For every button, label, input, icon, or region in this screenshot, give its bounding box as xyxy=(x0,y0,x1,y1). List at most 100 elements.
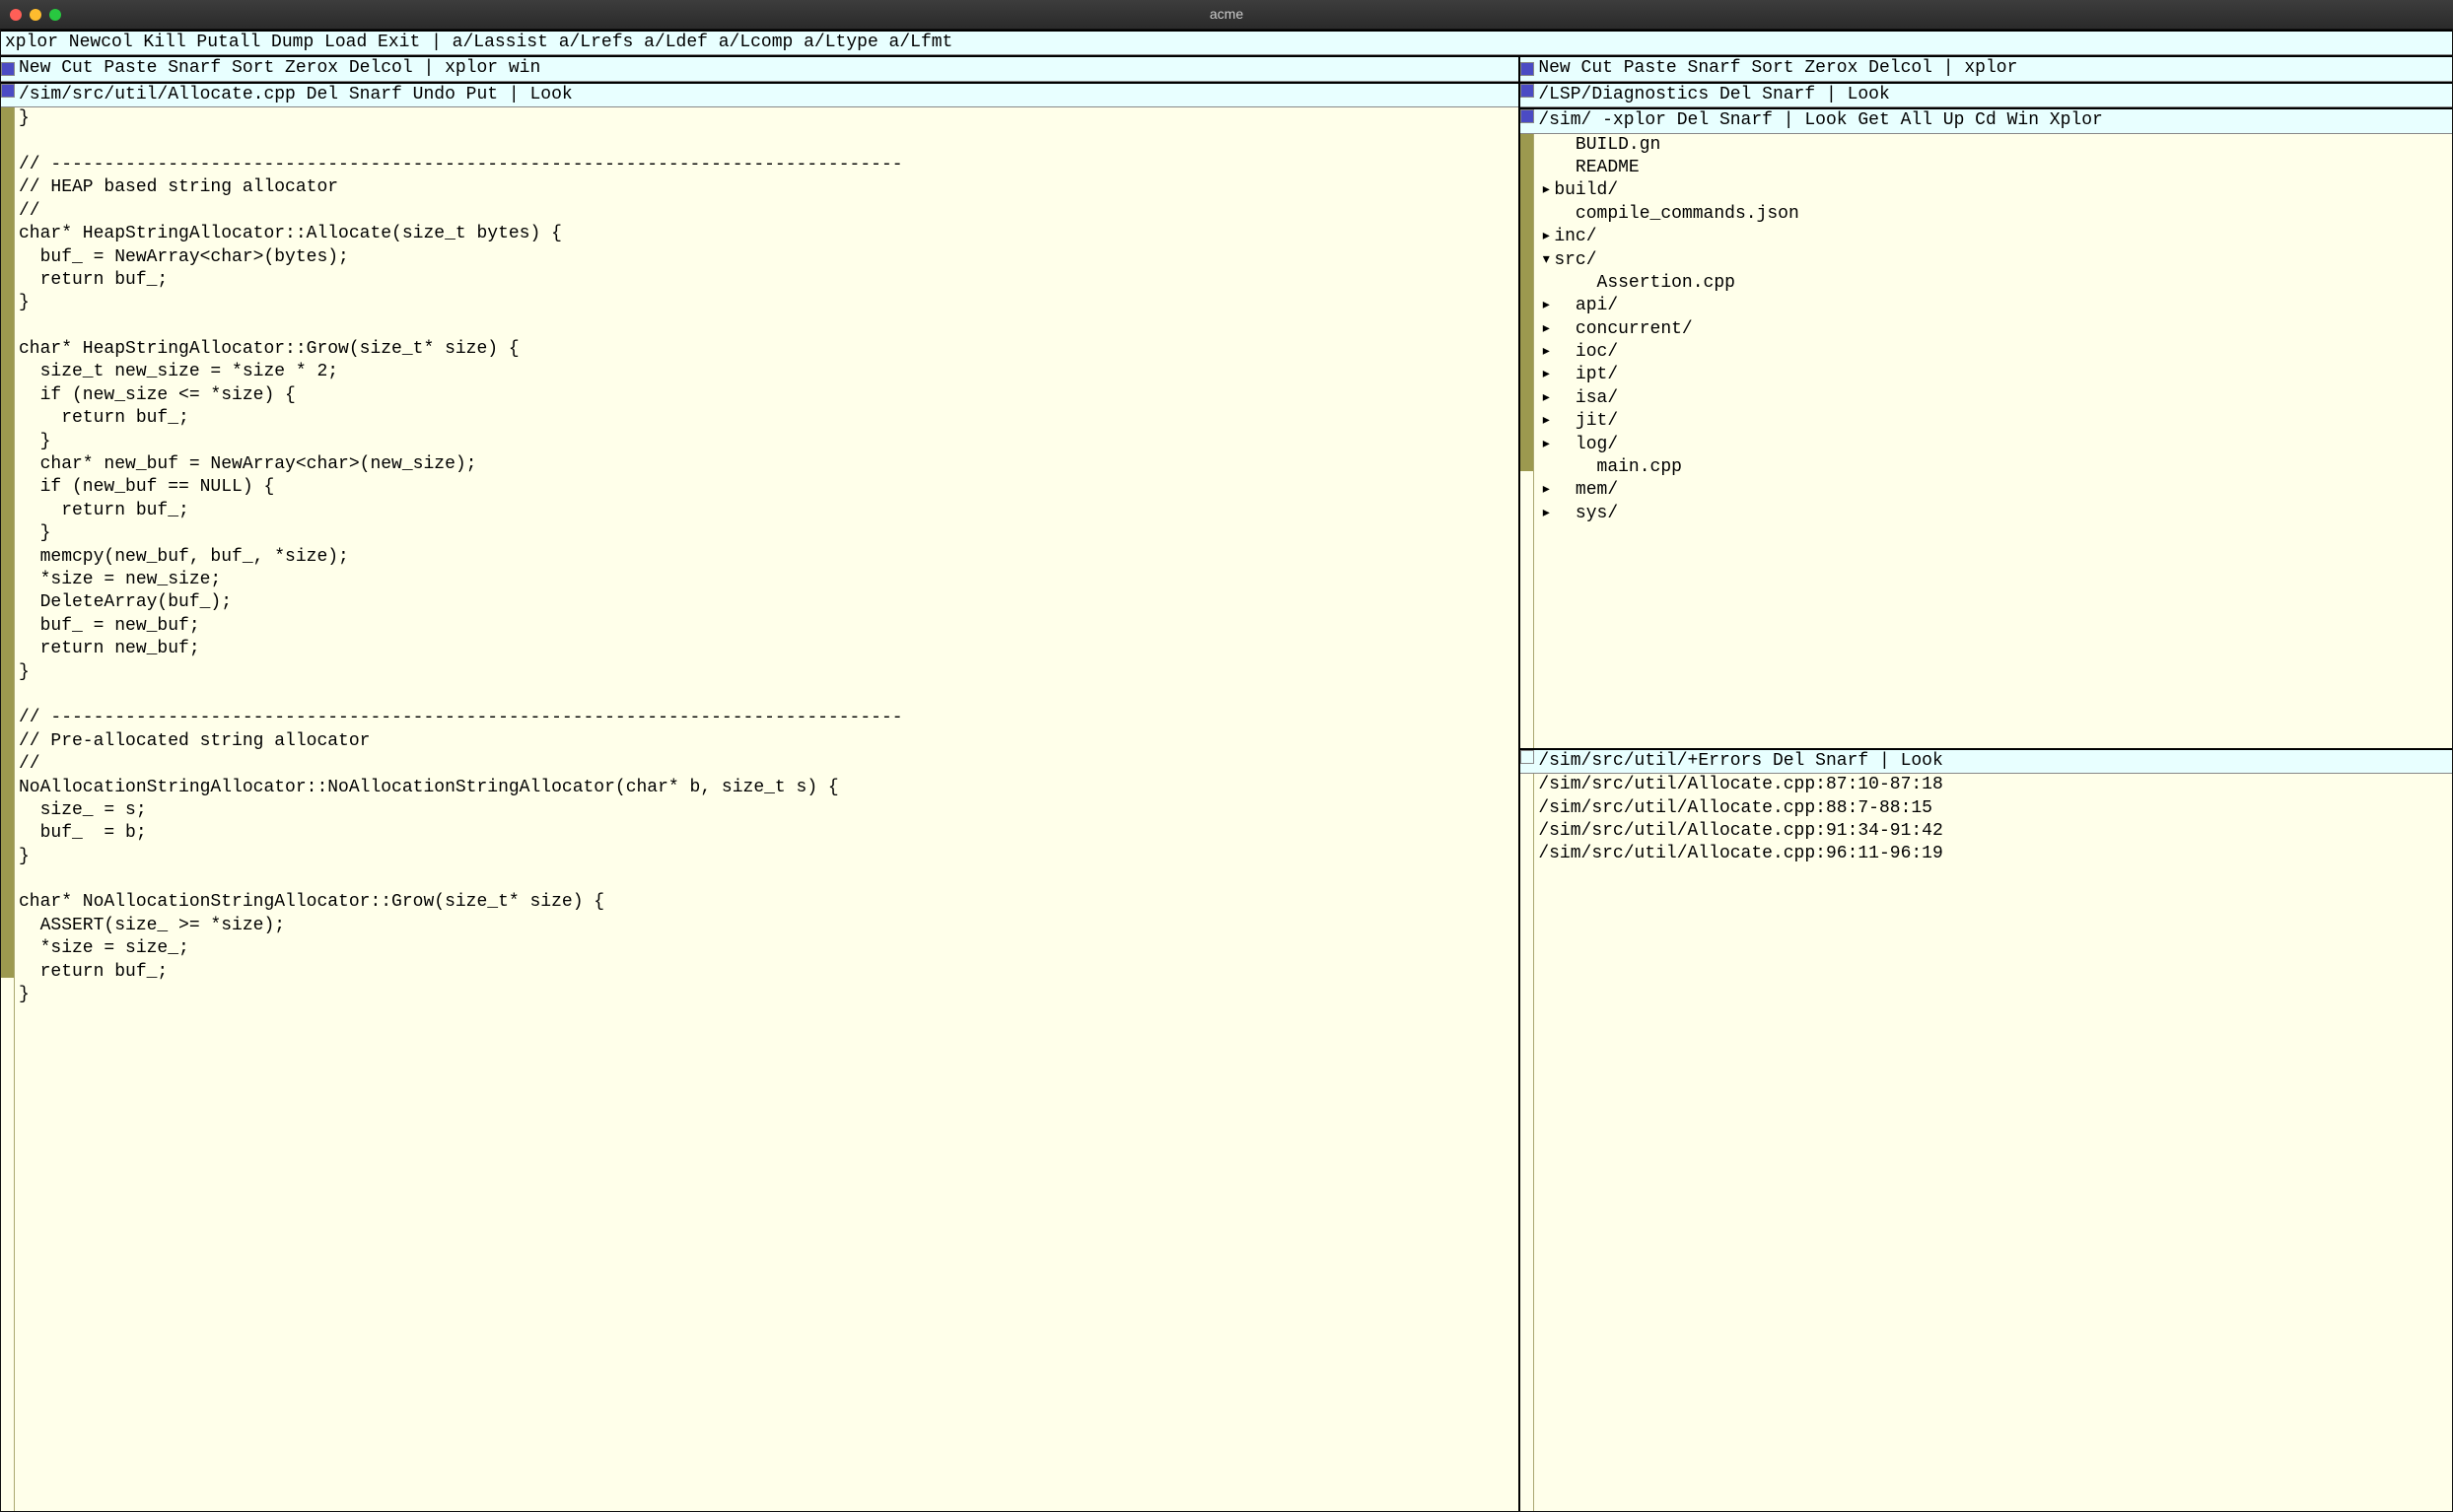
main-tag-text[interactable]: xplor Newcol Kill Putall Dump Load Exit … xyxy=(5,32,952,54)
chevron-right-icon[interactable]: ▸ xyxy=(1538,387,1554,410)
chevron-right-icon[interactable]: ▸ xyxy=(1538,295,1554,317)
traffic-lights xyxy=(10,9,61,21)
layout-box-icon[interactable] xyxy=(1,62,15,76)
col-tag-left-text[interactable]: New Cut Paste Snarf Sort Zerox Delcol | … xyxy=(19,57,540,80)
tree-item[interactable]: compile_commands.json xyxy=(1538,203,2448,226)
tree-item-label[interactable]: BUILD.gn xyxy=(1554,134,1660,157)
editor-body: } // -----------------------------------… xyxy=(1,107,1518,1511)
tree-item-label[interactable]: build/ xyxy=(1554,179,1618,202)
titlebar[interactable]: acme xyxy=(0,0,2453,30)
column-left: New Cut Paste Snarf Sort Zerox Delcol | … xyxy=(1,55,1520,1511)
error-line[interactable]: /sim/src/util/Allocate.cpp:88:7-88:15 xyxy=(1538,797,2448,820)
chevron-right-icon[interactable]: ▸ xyxy=(1538,364,1554,386)
tree-item[interactable]: ▸ ipt/ xyxy=(1538,364,2448,386)
scrollbar[interactable] xyxy=(1520,774,1534,1511)
tree-item[interactable]: ▸ concurrent/ xyxy=(1538,318,2448,341)
tree-item[interactable]: ▾src/ xyxy=(1538,249,2448,272)
layout-box-icon[interactable] xyxy=(1520,84,1534,98)
col-tag-left[interactable]: New Cut Paste Snarf Sort Zerox Delcol | … xyxy=(1,55,1518,81)
errors-tag[interactable]: /sim/src/util/+Errors Del Snarf | Look xyxy=(1520,750,2452,774)
main-tag-line[interactable]: xplor Newcol Kill Putall Dump Load Exit … xyxy=(1,30,2452,55)
tree-item[interactable]: ▸ sys/ xyxy=(1538,503,2448,525)
tree-item[interactable]: ▸inc/ xyxy=(1538,226,2448,248)
tree-item-label[interactable]: ioc/ xyxy=(1554,341,1618,364)
scroll-thumb[interactable] xyxy=(1520,774,1533,1511)
editor-window: /sim/src/util/Allocate.cpp Del Snarf Und… xyxy=(1,82,1518,1511)
chevron-down-icon[interactable]: ▾ xyxy=(1538,249,1554,272)
scrollbar[interactable] xyxy=(1520,134,1534,748)
tree-item-label[interactable]: README xyxy=(1554,157,1639,179)
spacer-icon xyxy=(1538,134,1554,157)
window-title: acme xyxy=(1210,5,1243,23)
tree-item-label[interactable]: mem/ xyxy=(1554,479,1618,502)
spacer-icon xyxy=(1538,456,1554,479)
errors-body: /sim/src/util/Allocate.cpp:87:10-87:18/s… xyxy=(1520,774,2452,1511)
column-right: New Cut Paste Snarf Sort Zerox Delcol | … xyxy=(1520,55,2452,1511)
acme-app: xplor Newcol Kill Putall Dump Load Exit … xyxy=(0,30,2453,1512)
tree-item[interactable]: ▸ ioc/ xyxy=(1538,341,2448,364)
tree-item-label[interactable]: sys/ xyxy=(1554,503,1618,525)
layout-box-icon[interactable] xyxy=(1520,62,1534,76)
tree-item[interactable]: main.cpp xyxy=(1538,456,2448,479)
error-line[interactable]: /sim/src/util/Allocate.cpp:91:34-91:42 xyxy=(1538,820,2448,843)
editor-tag[interactable]: /sim/src/util/Allocate.cpp Del Snarf Und… xyxy=(1,84,1518,107)
tree-item-label[interactable]: api/ xyxy=(1554,295,1618,317)
chevron-right-icon[interactable]: ▸ xyxy=(1538,318,1554,341)
scrollbar[interactable] xyxy=(1,107,15,1511)
tree-item[interactable]: README xyxy=(1538,157,2448,179)
tree-item-label[interactable]: isa/ xyxy=(1554,387,1618,410)
tree-item-label[interactable]: compile_commands.json xyxy=(1554,203,1798,226)
errors-content[interactable]: /sim/src/util/Allocate.cpp:87:10-87:18/s… xyxy=(1534,774,2452,1511)
errors-window: /sim/src/util/+Errors Del Snarf | Look /… xyxy=(1520,748,2452,1511)
zoom-icon[interactable] xyxy=(49,9,61,21)
scroll-thumb[interactable] xyxy=(1,107,14,978)
minimize-icon[interactable] xyxy=(30,9,41,21)
tree-item[interactable]: BUILD.gn xyxy=(1538,134,2448,157)
tree-item[interactable]: ▸ api/ xyxy=(1538,295,2448,317)
scroll-thumb[interactable] xyxy=(1520,134,1533,472)
xplor-window: /sim/ -xplor Del Snarf | Look Get All Up… xyxy=(1520,107,2452,748)
editor-tag-text[interactable]: /sim/src/util/Allocate.cpp Del Snarf Und… xyxy=(19,84,573,106)
tree-item-label[interactable]: jit/ xyxy=(1554,410,1618,433)
error-line[interactable]: /sim/src/util/Allocate.cpp:87:10-87:18 xyxy=(1538,774,2448,796)
chevron-right-icon[interactable]: ▸ xyxy=(1538,410,1554,433)
col-tag-right[interactable]: New Cut Paste Snarf Sort Zerox Delcol | … xyxy=(1520,55,2452,81)
tree-item[interactable]: ▸ jit/ xyxy=(1538,410,2448,433)
layout-box-icon[interactable] xyxy=(1520,750,1534,764)
tree-item-label[interactable]: Assertion.cpp xyxy=(1554,272,1735,295)
tree-item-label[interactable]: inc/ xyxy=(1554,226,1596,248)
diagnostics-tag-text[interactable]: /LSP/Diagnostics Del Snarf | Look xyxy=(1538,84,1889,106)
chevron-right-icon[interactable]: ▸ xyxy=(1538,179,1554,202)
xplor-tag-text[interactable]: /sim/ -xplor Del Snarf | Look Get All Up… xyxy=(1538,109,2103,132)
spacer-icon xyxy=(1538,203,1554,226)
close-icon[interactable] xyxy=(10,9,22,21)
tree-item-label[interactable]: ipt/ xyxy=(1554,364,1618,386)
chevron-right-icon[interactable]: ▸ xyxy=(1538,479,1554,502)
chevron-right-icon[interactable]: ▸ xyxy=(1538,503,1554,525)
chevron-right-icon[interactable]: ▸ xyxy=(1538,434,1554,456)
spacer-icon xyxy=(1538,272,1554,295)
tree-item[interactable]: ▸ mem/ xyxy=(1538,479,2448,502)
layout-box-icon[interactable] xyxy=(1,84,15,98)
tree-item-label[interactable]: concurrent/ xyxy=(1554,318,1692,341)
xplor-body: BUILD.gn README▸build/ compile_commands.… xyxy=(1520,134,2452,748)
xplor-content[interactable]: BUILD.gn README▸build/ compile_commands.… xyxy=(1534,134,2452,748)
tree-item-label[interactable]: log/ xyxy=(1554,434,1618,456)
col-tag-right-text[interactable]: New Cut Paste Snarf Sort Zerox Delcol | … xyxy=(1538,57,2017,80)
tree-item[interactable]: Assertion.cpp xyxy=(1538,272,2448,295)
tree-item[interactable]: ▸build/ xyxy=(1538,179,2448,202)
chevron-right-icon[interactable]: ▸ xyxy=(1538,341,1554,364)
xplor-tag[interactable]: /sim/ -xplor Del Snarf | Look Get All Up… xyxy=(1520,109,2452,133)
tree-item[interactable]: ▸ isa/ xyxy=(1538,387,2448,410)
editor-content[interactable]: } // -----------------------------------… xyxy=(15,107,1518,1511)
columns: New Cut Paste Snarf Sort Zerox Delcol | … xyxy=(1,55,2452,1511)
diagnostics-window: /LSP/Diagnostics Del Snarf | Look xyxy=(1520,82,2452,107)
tree-item[interactable]: ▸ log/ xyxy=(1538,434,2448,456)
error-line[interactable]: /sim/src/util/Allocate.cpp:96:11-96:19 xyxy=(1538,843,2448,865)
chevron-right-icon[interactable]: ▸ xyxy=(1538,226,1554,248)
tree-item-label[interactable]: main.cpp xyxy=(1554,456,1682,479)
diagnostics-tag[interactable]: /LSP/Diagnostics Del Snarf | Look xyxy=(1520,84,2452,107)
errors-tag-text[interactable]: /sim/src/util/+Errors Del Snarf | Look xyxy=(1538,750,1942,773)
layout-box-icon[interactable] xyxy=(1520,109,1534,123)
tree-item-label[interactable]: src/ xyxy=(1554,249,1596,272)
